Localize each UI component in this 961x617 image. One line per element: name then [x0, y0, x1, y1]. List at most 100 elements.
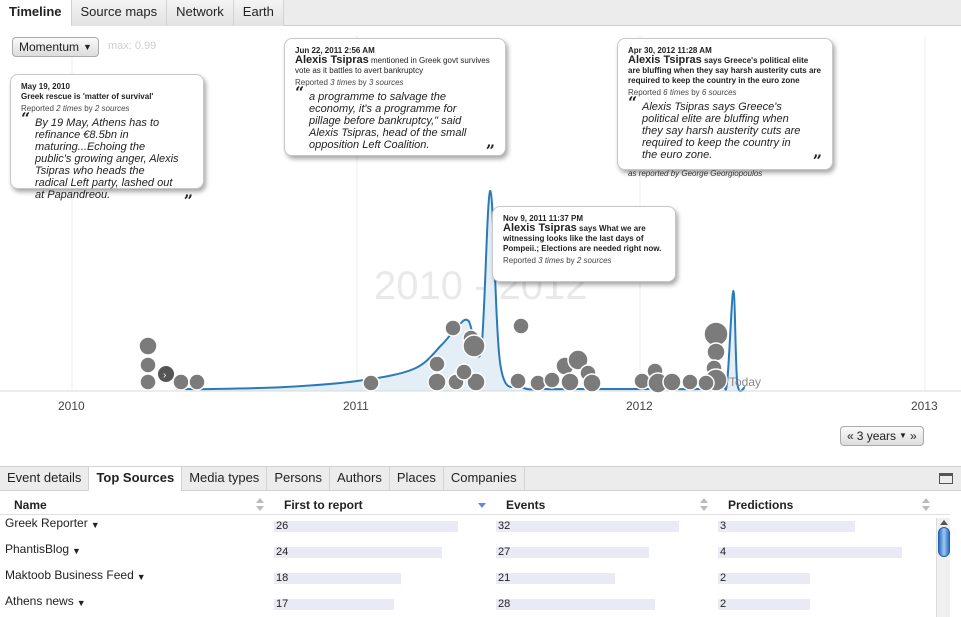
event-bubble[interactable]	[444, 319, 462, 337]
quote-close-icon: ”	[485, 141, 495, 160]
events-bar	[496, 573, 615, 584]
first-cell: 24	[270, 541, 492, 567]
scroll-thumb[interactable]	[938, 527, 950, 557]
source-name-cell[interactable]: PhantisBlog ▼	[0, 541, 270, 567]
events-bar	[496, 599, 655, 610]
chevron-down-icon[interactable]: ▼	[72, 543, 81, 559]
event-bubble[interactable]	[560, 372, 580, 392]
year-axis-labels: 2010 2011 2012 2013	[58, 399, 938, 413]
predictions-bar	[718, 573, 810, 584]
event-bubble[interactable]	[138, 336, 158, 356]
event-bubble[interactable]	[427, 372, 447, 392]
column-header-name[interactable]: Name	[0, 495, 270, 515]
chevron-down-icon[interactable]: ▼	[91, 517, 100, 533]
quote-close-icon: ”	[812, 151, 822, 170]
max-value-label: max: 0.99	[108, 40, 157, 52]
event-bubble[interactable]	[139, 356, 157, 374]
tab-event-details[interactable]: Event details	[0, 467, 90, 491]
metric-select[interactable]: Momentum ▼	[12, 37, 99, 57]
event-bubble[interactable]	[529, 374, 547, 392]
event-bubble[interactable]	[662, 372, 682, 392]
predictions-bar	[718, 599, 810, 610]
first-value: 26	[276, 520, 289, 532]
details-tabbar: Event details Top Sources Media types Pe…	[0, 466, 961, 491]
tab-network[interactable]: Network	[167, 0, 234, 26]
tab-places[interactable]: Places	[390, 467, 444, 491]
events-cell: 27	[492, 541, 714, 567]
event-bubble[interactable]	[428, 355, 446, 373]
event-bubble[interactable]	[362, 374, 380, 392]
column-header-events[interactable]: Events	[492, 495, 714, 515]
range-next-icon[interactable]: »	[910, 427, 917, 445]
tab-media-types[interactable]: Media types	[182, 467, 268, 491]
callout-quote: “a programme to salvage the economy, it'…	[295, 83, 495, 160]
column-header-first-to-report[interactable]: First to report	[270, 495, 492, 515]
time-range-button[interactable]: « 3 years ▼ »	[840, 426, 924, 446]
scroll-up-icon[interactable]	[940, 520, 948, 525]
event-bubble[interactable]	[706, 342, 726, 362]
event-bubble[interactable]	[512, 317, 530, 335]
source-name-cell[interactable]: Maktoob Business Feed ▼	[0, 567, 270, 593]
event-bubble[interactable]	[582, 373, 602, 393]
predictions-cell: 3	[714, 515, 936, 541]
predictions-bar	[718, 547, 902, 558]
tab-earth[interactable]: Earth	[233, 0, 284, 26]
event-bubble[interactable]	[139, 373, 157, 391]
year-label: 2011	[343, 399, 369, 413]
predictions-value: 4	[720, 546, 727, 558]
quote-close-icon: ”	[183, 191, 193, 210]
event-bubble[interactable]	[697, 374, 715, 392]
table-row[interactable]: PhantisBlog ▼ 24 27 4	[0, 541, 936, 567]
event-callout[interactable]: Jun 22, 2011 2:56 AM Alexis Tsipras ment…	[284, 38, 506, 160]
quote-open-icon: “	[295, 83, 305, 102]
source-name: PhantisBlog	[5, 542, 70, 556]
predictions-value: 3	[720, 520, 727, 532]
scroll-left-handle[interactable]: ›	[158, 366, 174, 382]
table-scrollbar[interactable]	[936, 518, 950, 617]
range-prev-icon[interactable]: «	[847, 427, 854, 445]
events-value: 32	[498, 520, 511, 532]
event-bubble[interactable]	[462, 334, 486, 358]
event-callout[interactable]: May 19, 2010 Greek rescue is 'matter of …	[10, 74, 204, 209]
first-bar	[274, 547, 442, 558]
table-row[interactable]: Maktoob Business Feed ▼ 18 21 2	[0, 567, 936, 593]
chevron-down-icon[interactable]: ▼	[77, 595, 86, 611]
source-name-cell[interactable]: Athens news ▼	[0, 593, 270, 617]
view-tabbar: Timeline Source maps Network Earth	[0, 0, 961, 26]
callout-reported: Reported 3 times by 2 sources	[503, 256, 612, 265]
event-bubble[interactable]	[543, 371, 561, 389]
callout-attribution: as reported by George Georgiopoulos	[628, 169, 763, 178]
event-bubble[interactable]	[188, 373, 206, 391]
callout-headline: Alexis Tsipras says What we are witnessi…	[503, 222, 662, 254]
callout-quote: “Alexis Tsipras says Greece's political …	[628, 93, 822, 170]
source-name-cell[interactable]: Greek Reporter ▼	[0, 515, 270, 541]
range-value: 3 years	[856, 429, 897, 443]
callout-reported: Reported 2 times by 2 sources	[21, 104, 130, 113]
tab-top-sources[interactable]: Top Sources	[89, 467, 183, 491]
maximize-icon[interactable]	[939, 473, 953, 484]
callout-reported: Reported 3 times by 3 sources	[295, 78, 404, 87]
app-window: Timeline Source maps Network Earth 2010 …	[0, 0, 961, 617]
column-header-predictions[interactable]: Predictions	[714, 495, 936, 515]
source-name: Greek Reporter	[5, 516, 88, 530]
chevron-down-icon[interactable]: ▼	[137, 569, 146, 585]
predictions-value: 2	[720, 572, 727, 584]
tab-companies[interactable]: Companies	[444, 467, 525, 491]
event-bubble[interactable]	[681, 373, 699, 391]
tab-timeline[interactable]: Timeline	[0, 0, 72, 26]
event-callout[interactable]: Nov 9, 2011 11:37 PM Alexis Tsipras says…	[492, 206, 676, 282]
event-bubble[interactable]	[509, 372, 527, 390]
events-cell: 32	[492, 515, 714, 541]
tab-authors[interactable]: Authors	[330, 467, 390, 491]
event-callout[interactable]: Apr 30, 2012 11:28 AM Alexis Tsipras say…	[617, 38, 833, 178]
predictions-value: 2	[720, 598, 727, 610]
sort-icon	[256, 498, 264, 512]
tab-source-maps[interactable]: Source maps	[71, 0, 168, 26]
event-bubble[interactable]	[455, 363, 473, 381]
tab-persons[interactable]: Persons	[267, 467, 331, 491]
sort-icon	[922, 498, 930, 512]
event-bubble[interactable]	[172, 373, 190, 391]
table-row[interactable]: Athens news ▼ 17 28 2	[0, 593, 936, 617]
events-value: 21	[498, 572, 511, 584]
table-row[interactable]: Greek Reporter ▼ 26 32 3	[0, 515, 936, 541]
